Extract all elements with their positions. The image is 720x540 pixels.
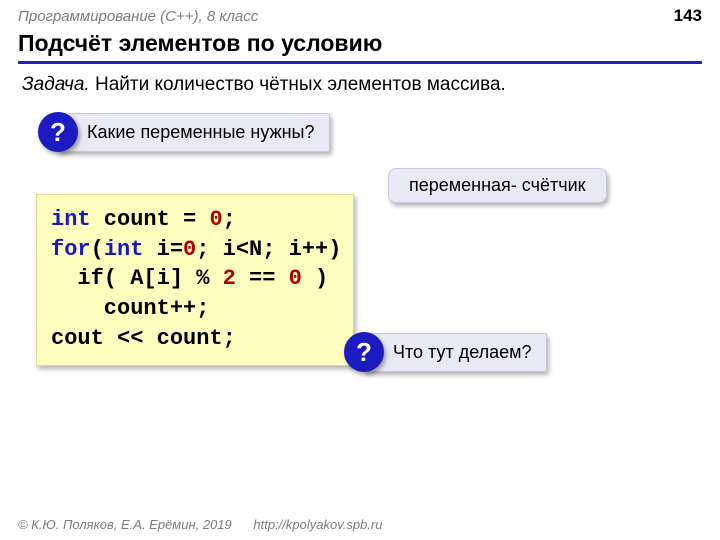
- code-kw: int: [51, 207, 91, 232]
- slide-title: Подсчёт элементов по условию: [18, 30, 382, 56]
- title-bar: Подсчёт элементов по условию: [18, 30, 702, 64]
- code-t: ): [302, 266, 328, 291]
- task-line: Задача. Найти количество чётных элементо…: [22, 74, 698, 96]
- code-t: (: [91, 237, 104, 262]
- question-callout-2: ? Что тут делаем?: [344, 332, 547, 372]
- copyright: © К.Ю. Поляков, Е.А. Ерёмин, 2019: [18, 517, 232, 532]
- question-text-1: Какие переменные нужны?: [58, 113, 330, 152]
- code-t: if( A[i] %: [51, 266, 223, 291]
- question-callout-1: ? Какие переменные нужны?: [38, 112, 330, 152]
- code-block: int count = 0; for(int i=0; i<N; i++) if…: [36, 194, 354, 366]
- code-kw: for: [51, 237, 91, 262]
- code-t: count =: [91, 207, 210, 232]
- code-num: 0: [289, 266, 302, 291]
- question-mark-icon: ?: [38, 112, 78, 152]
- code-kw: int: [104, 237, 144, 262]
- code-t: cout << count;: [51, 326, 236, 351]
- code-t: ==: [236, 266, 289, 291]
- code-t: ;: [223, 207, 236, 232]
- question-mark-icon: ?: [344, 332, 384, 372]
- code-t: i=: [143, 237, 183, 262]
- code-num: 2: [223, 266, 236, 291]
- task-text: Найти количество чётных элементов массив…: [90, 74, 506, 95]
- code-num: 0: [209, 207, 222, 232]
- code-num: 0: [183, 237, 196, 262]
- annotation-box: переменная- счётчик: [388, 168, 607, 203]
- course-label: Программирование (C++), 8 класс: [18, 8, 258, 25]
- question-text-2: Что тут делаем?: [364, 333, 547, 372]
- task-label: Задача.: [22, 74, 90, 95]
- header-row: Программирование (C++), 8 класс 143: [0, 0, 720, 28]
- code-t: ; i<N; i++): [196, 237, 341, 262]
- footer: © К.Ю. Поляков, Е.А. Ерёмин, 2019 http:/…: [18, 517, 382, 532]
- footer-link: http://kpolyakov.spb.ru: [253, 517, 382, 532]
- code-t: count++;: [51, 296, 209, 321]
- page-number: 143: [674, 6, 702, 26]
